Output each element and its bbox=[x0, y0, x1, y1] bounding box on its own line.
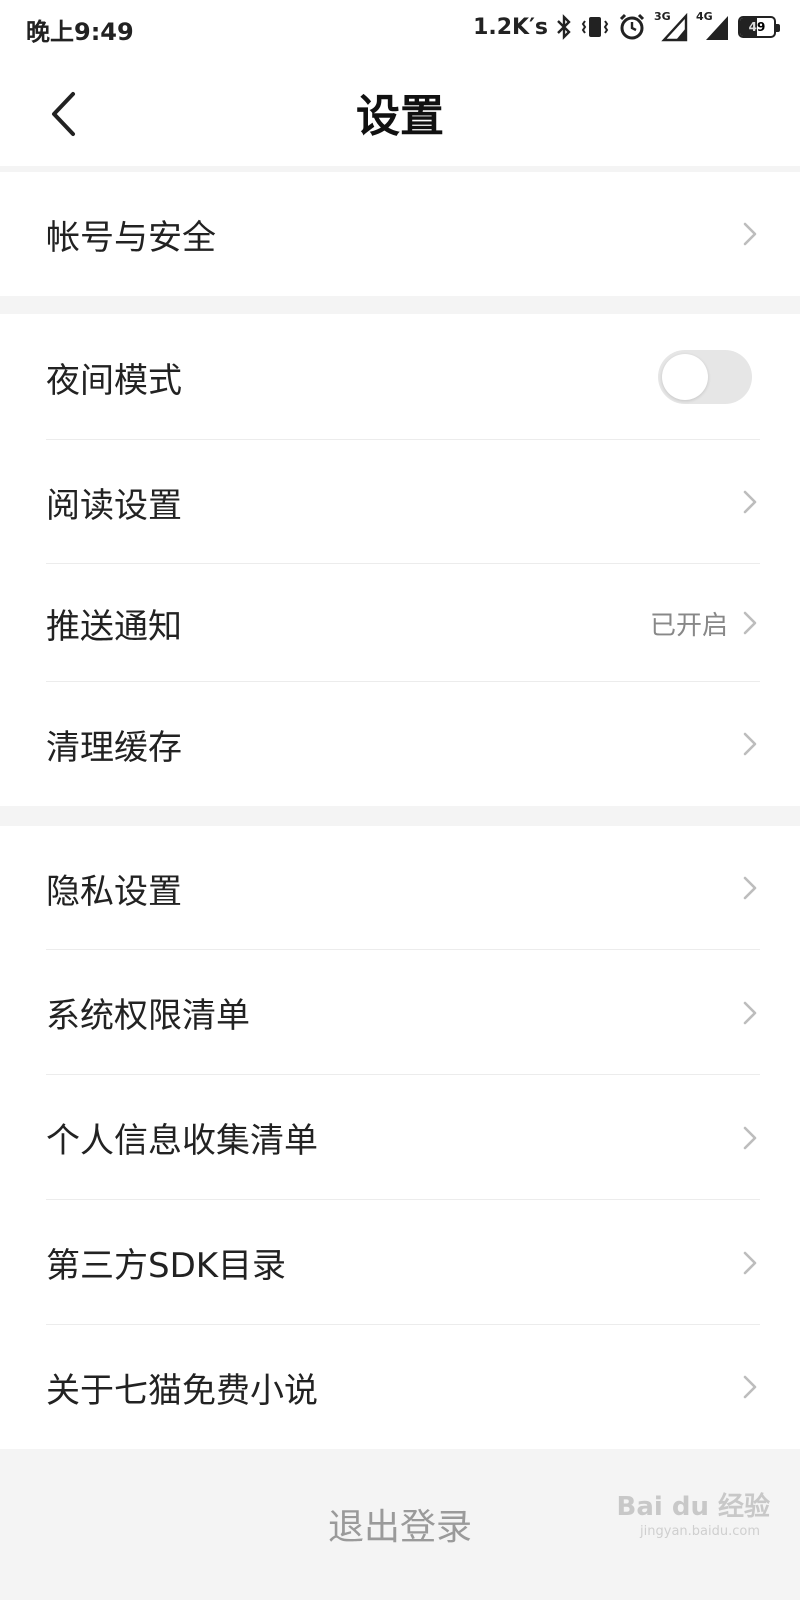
network-speed: 1.2K′s bbox=[473, 14, 548, 40]
watermark-url: jingyan.baidu.com bbox=[640, 1524, 760, 1539]
settings-item-privacy[interactable]: 隐私设置 bbox=[0, 826, 800, 950]
settings-item-personal-info[interactable]: 个人信息收集清单 bbox=[0, 1075, 800, 1200]
about-group: 隐私设置 系统权限清单 个人信息收集清单 第三方SDK目录 关于七猫免费小说 bbox=[0, 826, 800, 1449]
toggle-knob bbox=[662, 354, 708, 400]
chevron-right-icon bbox=[743, 1001, 757, 1024]
settings-item-push-notifications[interactable]: 推送通知 已开启 bbox=[0, 564, 800, 682]
settings-item-clear-cache[interactable]: 清理缓存 bbox=[0, 682, 800, 806]
settings-item-label: 阅读设置 bbox=[46, 485, 182, 526]
settings-item-third-party-sdk[interactable]: 第三方SDK目录 bbox=[0, 1200, 800, 1325]
settings-item-system-permissions[interactable]: 系统权限清单 bbox=[0, 950, 800, 1075]
settings-item-label: 个人信息收集清单 bbox=[46, 1121, 318, 1161]
chevron-right-icon bbox=[743, 490, 757, 514]
bluetooth-icon bbox=[556, 12, 572, 42]
chevron-right-icon bbox=[743, 732, 757, 756]
status-time: 晚上9:49 bbox=[26, 18, 134, 46]
chevron-right-icon bbox=[743, 1126, 757, 1149]
chevron-right-icon bbox=[743, 611, 757, 635]
settings-item-account-security[interactable]: 帐号与安全 bbox=[0, 172, 800, 296]
settings-item-label: 推送通知 bbox=[46, 606, 182, 647]
battery-level: 49 bbox=[748, 20, 766, 34]
signal-4g-icon: 4G bbox=[696, 10, 730, 42]
settings-item-label: 第三方SDK目录 bbox=[46, 1246, 287, 1286]
push-status-value: 已开启 bbox=[649, 610, 728, 641]
status-icons: 1.2K′s 3G 4G 49 bbox=[473, 10, 780, 42]
alarm-icon bbox=[618, 12, 646, 42]
battery-icon: 49 bbox=[738, 16, 780, 38]
settings-item-about[interactable]: 关于七猫免费小说 bbox=[0, 1325, 800, 1449]
settings-screen: 晚上9:49 1.2K′s 3G 4G 49 设置 帐号与安全 夜间模式 阅读设… bbox=[0, 0, 800, 1600]
nav-bar: 设置 bbox=[0, 56, 800, 166]
settings-item-label: 关于七猫免费小说 bbox=[46, 1370, 318, 1411]
settings-item-night-mode: 夜间模式 bbox=[0, 314, 800, 440]
signal-3g-icon: 3G bbox=[654, 10, 688, 42]
watermark: Bai du 经验 bbox=[616, 1492, 771, 1522]
settings-item-label: 隐私设置 bbox=[46, 871, 182, 912]
settings-item-reading[interactable]: 阅读设置 bbox=[0, 440, 800, 564]
chevron-right-icon bbox=[743, 222, 757, 246]
general-group: 夜间模式 阅读设置 推送通知 已开启 清理缓存 bbox=[0, 314, 800, 806]
account-group: 帐号与安全 bbox=[0, 172, 800, 296]
status-bar: 晚上9:49 1.2K′s 3G 4G 49 bbox=[0, 0, 800, 56]
settings-item-label: 夜间模式 bbox=[46, 360, 182, 401]
settings-item-label: 帐号与安全 bbox=[46, 217, 216, 258]
chevron-right-icon bbox=[743, 1375, 757, 1399]
page-title: 设置 bbox=[356, 91, 444, 142]
vibrate-icon bbox=[580, 12, 610, 42]
night-mode-toggle[interactable] bbox=[658, 350, 752, 404]
chevron-right-icon bbox=[743, 1251, 757, 1274]
settings-item-label: 系统权限清单 bbox=[46, 996, 250, 1036]
settings-item-label: 清理缓存 bbox=[46, 727, 182, 768]
chevron-right-icon bbox=[743, 876, 757, 900]
